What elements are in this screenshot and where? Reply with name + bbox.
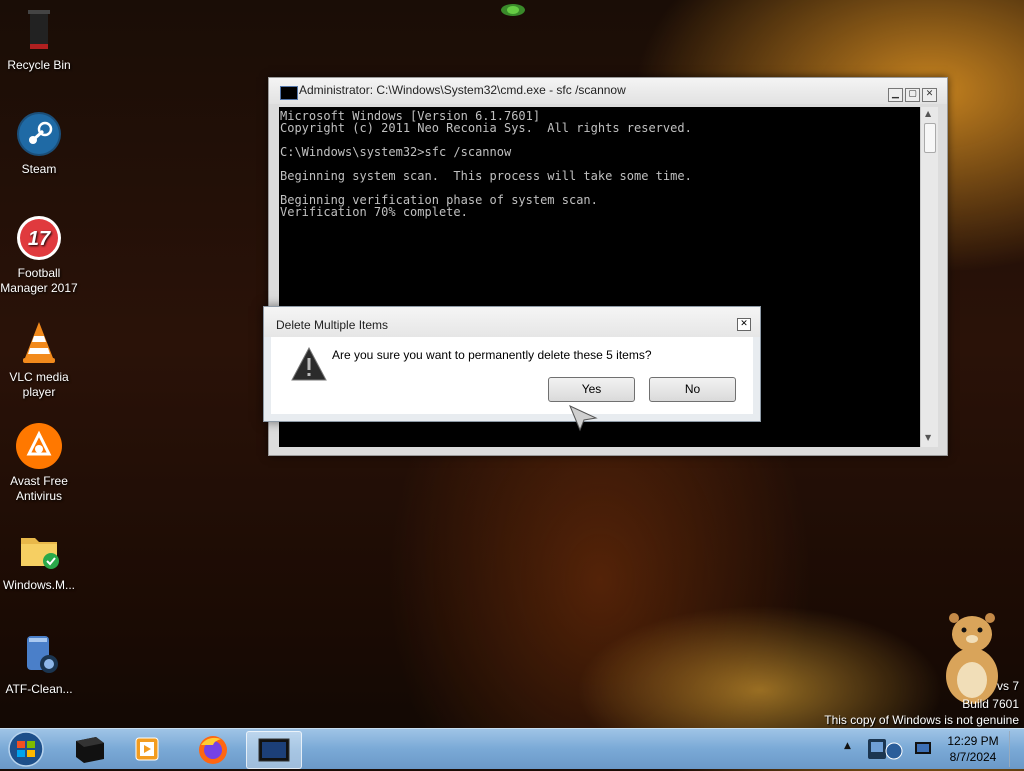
desktop-icon-windows-folder[interactable]: Windows.M... (0, 526, 78, 593)
taskbar-media-player[interactable] (120, 731, 174, 767)
taskbar-cmd-active[interactable] (246, 731, 302, 769)
close-button[interactable]: ✕ (922, 88, 937, 102)
hamster-sticker-icon (946, 613, 998, 704)
folder-shield-icon (15, 526, 63, 574)
watermark-line-1: vs 7 (996, 679, 1019, 693)
scroll-thumb[interactable] (924, 123, 936, 153)
desktop-icon-label: ATF-Clean... (5, 682, 73, 696)
desktop-icon-label: Windows.M... (2, 578, 75, 592)
media-player-icon (135, 737, 159, 761)
dialog-title: Delete Multiple Items (276, 318, 389, 332)
mouse-cursor-icon (569, 405, 598, 432)
console-scrollbar[interactable]: ▲ ▼ (920, 107, 938, 447)
scroll-down-icon[interactable]: ▼ (925, 433, 931, 442)
clock-time: 12:29 PM (947, 734, 999, 748)
watermark-line-2: Build 7601 (962, 697, 1019, 711)
network-icon[interactable] (866, 735, 908, 763)
desktop-icon-label: Steam (21, 162, 57, 176)
minimize-button[interactable]: ▁ (888, 88, 903, 102)
cmd-app-icon (280, 86, 298, 100)
start-button[interactable] (6, 731, 46, 767)
desktop-icon-atf-cleaner[interactable]: ATF-Clean... (0, 630, 78, 697)
top-glow-decoration (501, 4, 525, 16)
desktop-icon-label: Recycle Bin (7, 58, 71, 72)
taskbar-firefox[interactable] (186, 731, 240, 767)
steam-icon (15, 110, 63, 158)
firefox-icon (199, 736, 227, 764)
action-center-icon[interactable] (914, 740, 932, 756)
dialog-title-bar[interactable]: Delete Multiple Items ✕ (264, 307, 760, 337)
watermark-line-3: This copy of Windows is not genuine (824, 713, 1019, 727)
scroll-up-icon[interactable]: ▲ (925, 109, 931, 118)
desktop-icon-avast[interactable]: Avast Free Antivirus (0, 422, 78, 504)
football-manager-badge: 17 (28, 228, 51, 250)
desktop-icon-football-manager[interactable]: 17 Football Manager 2017 (0, 214, 78, 296)
desktop-icon-steam[interactable]: Steam (0, 110, 78, 177)
taskbar-explorer[interactable] (62, 731, 116, 767)
taskbar-clock[interactable]: 12:29 PM 8/7/2024 (940, 733, 1006, 765)
vlc-cone-icon (15, 318, 63, 366)
warning-icon (291, 347, 327, 381)
taskbar: ▲ 12:29 PM 8/7/2024 (0, 728, 1024, 769)
tray-expand-arrow[interactable]: ▲ (844, 741, 851, 751)
desktop-icon-label: VLC media player (9, 370, 69, 399)
maximize-button[interactable]: ▢ (905, 88, 920, 102)
dialog-body: Are you sure you want to permanently del… (271, 337, 753, 414)
console-icon (258, 738, 290, 762)
dialog-message: Are you sure you want to permanently del… (332, 348, 652, 362)
show-desktop-button[interactable] (1009, 731, 1024, 767)
desktop-icon-label: Football Manager 2017 (0, 266, 78, 295)
clock-date: 8/7/2024 (949, 750, 997, 764)
delete-confirm-dialog[interactable]: Delete Multiple Items ✕ Are you sure you… (263, 306, 761, 422)
yes-button[interactable]: Yes (548, 377, 635, 402)
recycle-bin-icon (15, 6, 63, 54)
no-button[interactable]: No (649, 377, 736, 402)
cmd-window-title: Administrator: C:\Windows\System32\cmd.e… (299, 83, 626, 97)
desktop-icon-label: Avast Free Antivirus (10, 474, 68, 503)
dialog-close-button[interactable]: ✕ (737, 318, 751, 331)
avast-icon (15, 422, 63, 470)
atf-cleaner-icon (15, 630, 63, 678)
cube-app-icon (76, 737, 104, 763)
desktop-icon-recycle-bin[interactable]: Recycle Bin (0, 6, 78, 73)
desktop-icon-vlc[interactable]: VLC media player (0, 318, 78, 400)
cmd-title-bar[interactable]: Administrator: C:\Windows\System32\cmd.e… (269, 78, 947, 104)
football-manager-icon: 17 (15, 214, 63, 262)
